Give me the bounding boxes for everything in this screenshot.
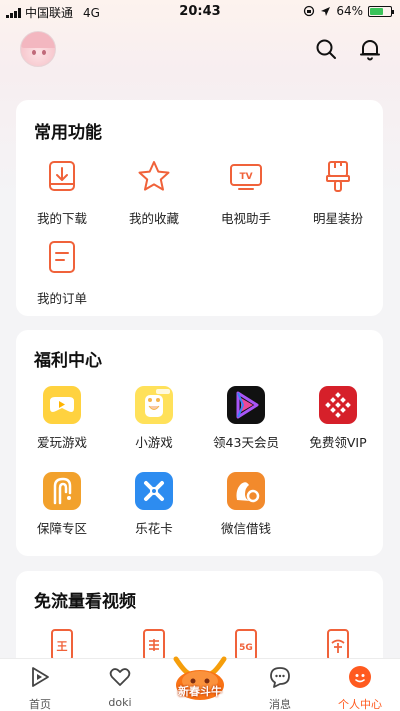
battery-icon [368,5,394,17]
lehua-card-item[interactable]: 乐花卡 [108,472,200,537]
bottom-tab-bar: 首页 doki 新春斗牛 消息 个人中心 [0,656,400,711]
welfare-center-card: 福利中心 爱玩游戏 小游戏 领43天会员 免费领VIP 保障专区 乐花卡 微信借… [16,330,383,556]
mini-games-label: 小游戏 [135,435,173,450]
doki-heart-icon [109,668,131,686]
welfare-center-title: 福利中心 [34,351,102,371]
star-dressup-item[interactable]: 明星装扮 [292,158,384,227]
free-vip-item[interactable]: 免费领VIP [292,386,384,451]
vip-43-days-item[interactable]: 领43天会员 [200,386,292,451]
status-bar: 中国联通 4G 20:43 64% [0,0,400,24]
protection-zone-label: 保障专区 [36,521,87,536]
free-vip-icon [319,386,357,424]
svg-text:王: 王 [57,640,68,653]
avatar[interactable] [20,31,56,67]
location-icon [321,6,331,16]
wechat-loan-icon [227,472,265,510]
download-icon [49,161,75,191]
my-favorites-label: 我的收藏 [128,211,179,226]
tab-home[interactable]: 首页 [0,665,80,711]
common-functions-title: 常用功能 [34,123,102,143]
play-games-label: 爱玩游戏 [36,435,87,450]
video-vip-icon [227,386,265,424]
svg-text:TV: TV [239,172,252,182]
protection-icon [43,472,81,510]
lehua-card-icon [135,472,173,510]
game-controller-icon [43,386,81,424]
my-orders-item[interactable]: 我的订单 [16,238,108,307]
tab-doki[interactable]: doki [80,665,160,709]
wechat-loan-label: 微信借钱 [220,521,271,536]
search-icon[interactable] [314,37,338,61]
tv-assistant-label: 电视助手 [220,211,271,226]
brush-icon [326,161,350,192]
tab-messages[interactable]: 消息 [240,665,320,711]
rotation-lock-icon [304,5,315,17]
mini-games-item[interactable]: 小游戏 [108,386,200,451]
free-flow-title: 免流量看视频 [34,592,136,612]
common-functions-card: 常用功能 我的下载 我的收藏 TV 电视助手 明星装扮 我的订单 [16,100,383,316]
my-downloads-label: 我的下载 [36,211,87,226]
my-downloads-item[interactable]: 我的下载 [16,158,108,227]
my-favorites-item[interactable]: 我的收藏 [108,158,200,227]
profile-header [0,28,400,72]
svg-text:5G: 5G [239,643,253,653]
profile-icon [349,666,371,688]
mini-game-icon [135,386,173,424]
tab-spring-festival[interactable]: 新春斗牛 [166,651,234,701]
lehua-card-label: 乐花卡 [135,521,173,536]
message-icon [270,667,290,688]
home-play-icon [32,667,49,687]
star-dressup-label: 明星装扮 [312,211,363,226]
vip-43-days-label: 领43天会员 [213,435,279,450]
free-vip-label: 免费领VIP [309,435,367,450]
bell-icon[interactable] [358,37,382,61]
tab-profile[interactable]: 个人中心 [320,665,400,711]
wechat-loan-item[interactable]: 微信借钱 [200,472,292,537]
tab-doki-label: doki [108,696,132,709]
tab-messages-label: 消息 [269,698,291,711]
tab-spring-label: 新春斗牛 [178,685,222,698]
play-games-item[interactable]: 爱玩游戏 [16,386,108,451]
order-icon [49,241,75,273]
tab-home-label: 首页 [29,698,51,711]
tab-profile-label: 个人中心 [338,698,382,711]
protection-zone-item[interactable]: 保障专区 [16,472,108,537]
my-orders-label: 我的订单 [36,291,87,306]
battery-percent: 64% [336,4,363,18]
tv-assistant-item[interactable]: TV 电视助手 [200,158,292,227]
tv-icon: TV [230,164,262,190]
star-icon [138,161,170,191]
